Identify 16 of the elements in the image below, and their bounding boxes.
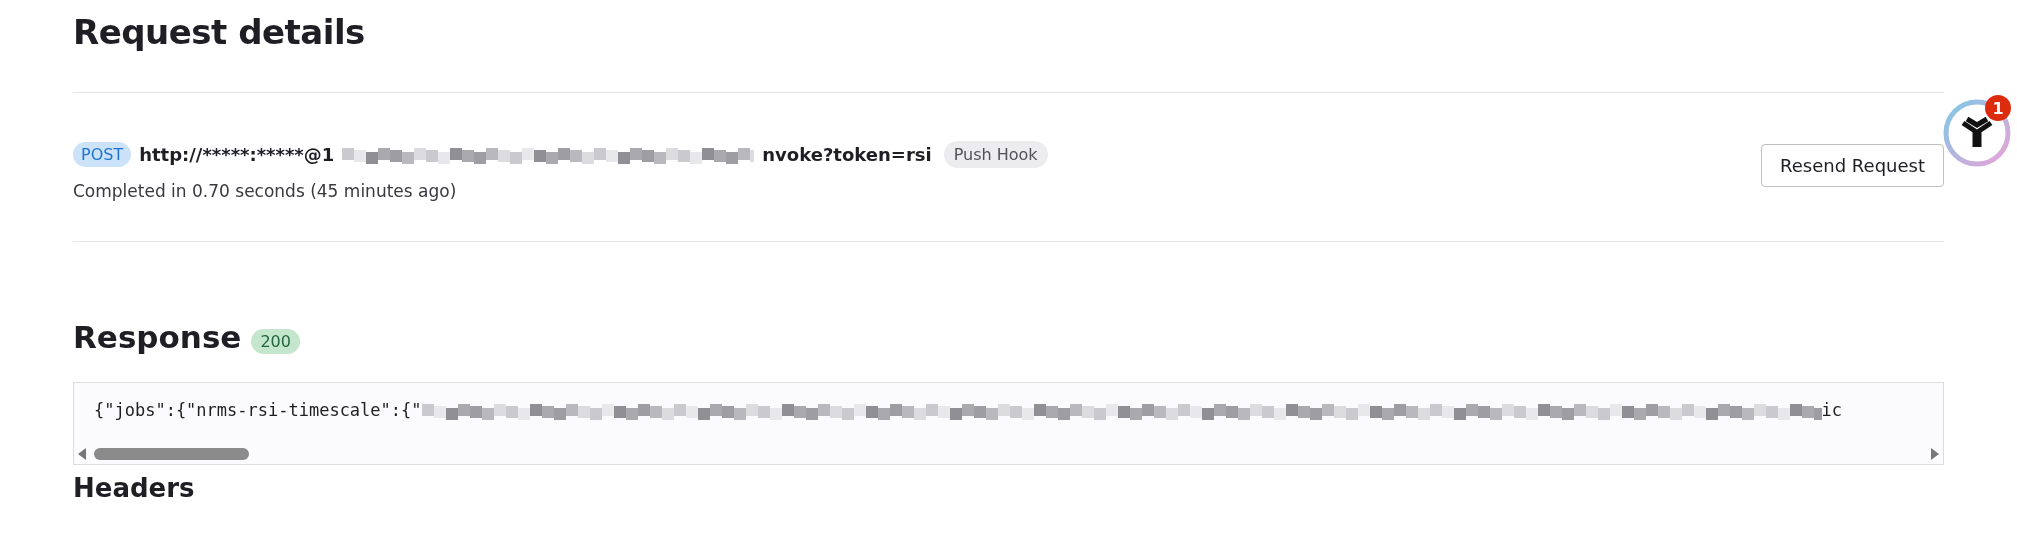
event-tag: Push Hook xyxy=(943,140,1048,168)
completion-time: Completed in 0.70 seconds (45 minutes ago) xyxy=(73,180,458,203)
request-url: nvoke?token=rsi xyxy=(762,143,932,165)
method-badge: POST xyxy=(73,141,132,167)
response-heading: Response xyxy=(73,319,242,355)
page-title: Request details xyxy=(73,11,366,54)
status-badge: 200 xyxy=(251,328,300,354)
scroll-right-icon[interactable] xyxy=(1931,448,1939,460)
request-url: http://*****:*****@1 xyxy=(139,143,335,165)
scrollbar-thumb[interactable] xyxy=(94,448,249,460)
headers-heading: Headers xyxy=(73,473,196,503)
scroll-left-icon[interactable] xyxy=(78,448,86,460)
response-text: {"jobs":{"nrms-rsi-timescale":{" xyxy=(94,400,422,420)
resend-request-button[interactable]: Resend Request xyxy=(1761,143,1944,187)
notification-badge: 1 xyxy=(1985,95,2011,121)
response-text: ic xyxy=(1821,400,1842,420)
